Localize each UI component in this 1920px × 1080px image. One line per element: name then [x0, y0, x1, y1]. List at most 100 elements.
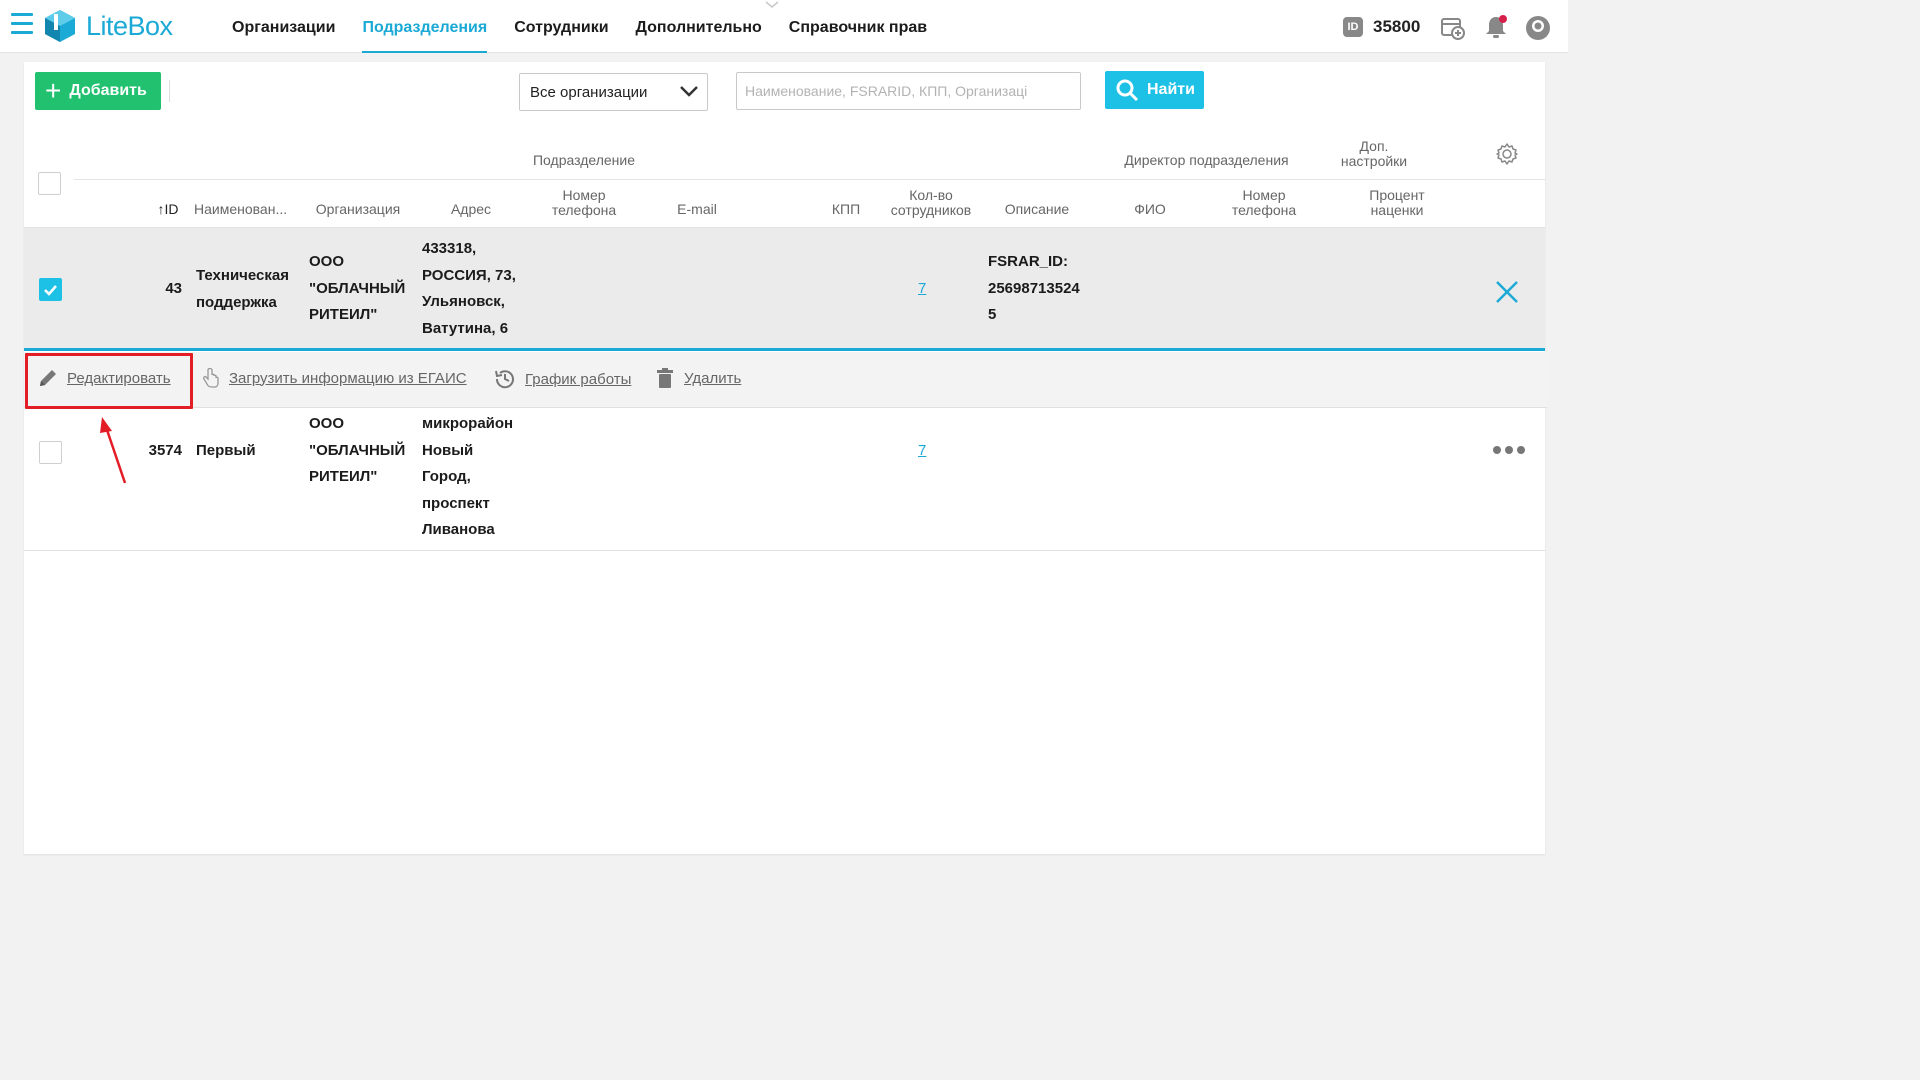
extra-line2: настройки: [1340, 153, 1408, 169]
row-desc-line1: FSRAR_ID:: [988, 253, 1069, 270]
chevron-down-icon[interactable]: [765, 0, 779, 12]
extra-line1: Доп.: [1359, 138, 1389, 154]
highlight-box: [25, 353, 193, 409]
row-addr-line3: Ульяновск,: [422, 293, 505, 310]
add-button-label: Добавить: [69, 82, 147, 99]
row-addr-line4: проспект: [422, 494, 490, 512]
add-store-icon[interactable]: [1440, 14, 1466, 45]
column-header-fio[interactable]: ФИО: [1120, 202, 1180, 217]
bell-icon[interactable]: [1484, 14, 1510, 45]
table-row[interactable]: 3574 Первый ООО "ОБЛАЧНЫЙ РИТЕИЛ" микрор…: [24, 409, 1545, 551]
close-icon[interactable]: [1494, 279, 1520, 305]
load-egais-button[interactable]: Загрузить информацию из ЕГАИС: [199, 367, 467, 389]
row-checkbox[interactable]: [39, 441, 62, 464]
hand-click-icon: [203, 367, 219, 388]
column-header-id[interactable]: ↑ID: [148, 202, 188, 217]
row-name-line1: Техническая: [196, 267, 289, 284]
organization-select[interactable]: Все организации: [519, 73, 708, 111]
row-addr-line1: микрорайон: [422, 415, 514, 432]
account-id: 35800: [1373, 17, 1421, 36]
column-header-kpp[interactable]: КПП: [816, 202, 876, 217]
column-header-id-label: ID: [164, 201, 179, 217]
sort-up-icon: ↑: [157, 201, 165, 217]
annotation-arrow: [100, 417, 127, 484]
row-employees-link[interactable]: 7: [918, 276, 926, 303]
id-badge-icon: ID: [1343, 17, 1363, 37]
table-row[interactable]: 43 Техническая поддержка ООО "ОБЛАЧНЫЙ Р…: [24, 228, 1545, 351]
phone-line1: Номер: [562, 187, 606, 203]
row-action-bar: Редактировать Загрузить информацию из ЕГ…: [24, 352, 1547, 409]
nav-additional[interactable]: Дополнительно: [636, 0, 762, 53]
history-icon: [495, 370, 514, 389]
top-bar: LiteBox Организации Подразделения Сотруд…: [0, 0, 1568, 53]
find-button[interactable]: Найти: [1105, 71, 1204, 109]
load-egais-button-label: Загрузить информацию из ЕГАИС: [229, 369, 467, 387]
row-addr-line1: 433318,: [422, 240, 477, 257]
row-address: микрорайон Новый Город, проспект Ливанов…: [422, 411, 513, 544]
column-header-email[interactable]: E-mail: [657, 202, 737, 217]
main-nav: Организации Подразделения Сотрудники Доп…: [232, 0, 954, 53]
select-all-checkbox[interactable]: [38, 172, 61, 195]
row-name: Первый: [196, 442, 256, 459]
nav-subdivisions[interactable]: Подразделения: [362, 0, 487, 53]
row-addr-line2: РОССИЯ, 73,: [422, 266, 516, 284]
check-icon: [44, 285, 57, 296]
toolbar-divider: [169, 80, 170, 102]
markup-line1: Процент: [1369, 187, 1425, 203]
row-name: Техническая поддержка: [196, 263, 289, 316]
menu-icon[interactable]: [11, 13, 33, 39]
row-id: 43: [165, 280, 182, 297]
schedule-button-label: График работы: [525, 370, 632, 388]
column-header-description[interactable]: Описание: [992, 202, 1082, 217]
gear-icon[interactable]: [1495, 142, 1519, 166]
litebox-logo-icon: [45, 10, 75, 42]
row-addr-line2: Новый: [422, 441, 474, 459]
delete-button-label: Удалить: [684, 369, 742, 387]
nav-organizations[interactable]: Организации: [232, 0, 335, 53]
row-org-line1: ООО: [309, 253, 345, 270]
row-addr-line5: Ливанова: [422, 521, 495, 538]
markup-line2: наценки: [1370, 202, 1424, 218]
row-addr-line4: Ватутина, 6: [422, 319, 509, 337]
row-description: FSRAR_ID: 25698713524 5: [988, 249, 1080, 329]
phone-line2: телефона: [551, 202, 617, 218]
nav-employees[interactable]: Сотрудники: [514, 0, 608, 53]
row-organization: ООО "ОБЛАЧНЫЙ РИТЕИЛ": [309, 411, 405, 491]
group-header-extra: Доп. настройки: [1329, 139, 1419, 169]
column-header-phone[interactable]: Номер телефона: [534, 188, 634, 218]
organization-select-value: Все организации: [530, 84, 648, 101]
plus-icon: +: [45, 75, 62, 106]
row-organization: ООО "ОБЛАЧНЫЙ РИТЕИЛ": [309, 249, 405, 329]
column-header-name[interactable]: Наименован...: [194, 202, 294, 217]
row-org-line1: ООО: [309, 415, 345, 432]
row-addr-line3: Город,: [422, 468, 471, 485]
row-org-line3: РИТЕИЛ": [309, 306, 378, 323]
nav-rights-reference[interactable]: Справочник прав: [789, 0, 927, 53]
column-header-organization[interactable]: Организация: [304, 202, 412, 217]
row-desc-line3: 5: [988, 306, 997, 323]
search-icon: [1116, 79, 1139, 102]
column-header-director-phone[interactable]: Номер телефона: [1214, 188, 1314, 218]
dir-phone-line2: телефона: [1231, 202, 1297, 218]
find-button-label: Найти: [1147, 81, 1195, 98]
row-name-line2: поддержка: [196, 293, 277, 311]
row-checkbox[interactable]: [39, 278, 62, 301]
row-org-line2: "ОБЛАЧНЫЙ: [309, 279, 406, 297]
row-desc-line2: 25698713524: [988, 279, 1080, 297]
schedule-button[interactable]: График работы: [493, 367, 631, 391]
row-org-line2: "ОБЛАЧНЫЙ: [309, 441, 406, 459]
delete-button[interactable]: Удалить: [654, 367, 741, 389]
row-address: 433318, РОССИЯ, 73, Ульяновск, Ватутина,…: [422, 236, 516, 342]
row-employees-link[interactable]: 7: [918, 438, 926, 465]
search-input[interactable]: [736, 72, 1081, 110]
add-button[interactable]: + Добавить: [35, 72, 161, 110]
group-header-director: Директор подразделения: [1124, 152, 1289, 168]
column-header-markup[interactable]: Процент наценки: [1349, 188, 1445, 218]
column-header-employees[interactable]: Кол-во сотрудников: [879, 188, 983, 218]
chevron-down-icon: [680, 86, 698, 97]
logo[interactable]: LiteBox: [44, 9, 173, 43]
column-header-address[interactable]: Адрес: [431, 202, 511, 217]
more-options-icon[interactable]: [1493, 446, 1525, 454]
user-avatar-icon[interactable]: [1524, 14, 1552, 47]
dir-phone-line1: Номер: [1242, 187, 1286, 203]
